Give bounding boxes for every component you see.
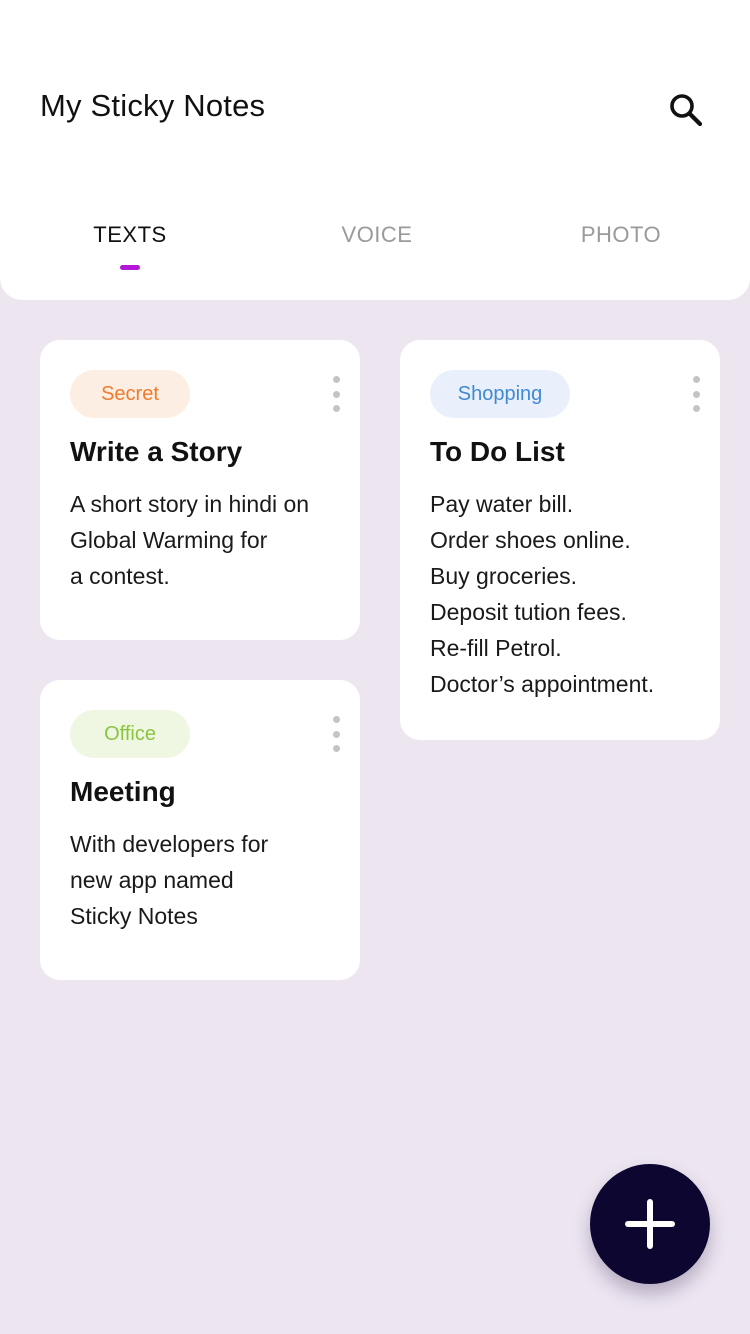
more-vertical-icon <box>332 376 340 383</box>
note-card-secret[interactable]: Secret Write a Story A short story in hi… <box>40 340 360 640</box>
page-title: My Sticky Notes <box>40 88 266 123</box>
tab-photo[interactable]: PHOTO <box>531 222 711 248</box>
note-line: Sticky Notes <box>70 903 198 929</box>
more-vertical-icon <box>692 376 700 383</box>
note-line: Re-fill Petrol. <box>430 635 562 661</box>
add-note-button[interactable] <box>590 1164 710 1284</box>
plus-icon <box>625 1199 675 1249</box>
more-vertical-icon-dot <box>332 405 340 412</box>
header: My Sticky Notes TEXTS VOICE PHOTO <box>0 0 750 300</box>
more-options-button[interactable] <box>686 376 706 412</box>
note-body: With developers for new app named Sticky… <box>70 826 345 934</box>
note-body: A short story in hindi on Global Warming… <box>70 486 345 594</box>
search-button[interactable] <box>662 86 710 134</box>
more-vertical-icon-dot <box>332 745 340 752</box>
more-options-button[interactable] <box>326 716 346 752</box>
tag-badge-shopping[interactable]: Shopping <box>430 370 570 418</box>
more-vertical-icon-dot <box>332 730 340 738</box>
more-vertical-icon <box>332 716 340 723</box>
note-line: Buy groceries. <box>430 563 578 589</box>
more-vertical-icon-dot <box>332 390 340 398</box>
note-body: Pay water bill. Order shoes online. Buy … <box>430 486 705 702</box>
note-line: Pay water bill. <box>430 491 574 517</box>
search-icon <box>670 94 703 127</box>
note-card-shopping[interactable]: Shopping To Do List Pay water bill. Orde… <box>400 340 720 740</box>
note-card-office[interactable]: Office Meeting With developers for new a… <box>40 680 360 980</box>
note-line: new app named <box>70 867 234 893</box>
tag-badge-office[interactable]: Office <box>70 710 190 758</box>
note-title: Meeting <box>70 776 176 807</box>
note-line: With developers for <box>70 831 269 857</box>
note-line: A short story in hindi on <box>70 491 310 517</box>
note-title: To Do List <box>430 436 565 467</box>
note-line: a contest. <box>70 563 170 589</box>
more-vertical-icon-dot <box>692 390 700 398</box>
note-line: Doctor’s appointment. <box>430 671 655 697</box>
more-options-button[interactable] <box>326 376 346 412</box>
tab-texts[interactable]: TEXTS <box>40 222 220 248</box>
note-line: Order shoes online. <box>430 527 631 553</box>
note-line: Deposit tution fees. <box>430 599 627 625</box>
tag-badge-secret[interactable]: Secret <box>70 370 190 418</box>
more-vertical-icon-dot <box>692 405 700 412</box>
active-tab-indicator <box>120 265 140 270</box>
app-screen: My Sticky Notes TEXTS VOICE PHOTO Secret… <box>0 0 750 1334</box>
tab-voice[interactable]: VOICE <box>287 222 467 248</box>
note-line: Global Warming for <box>70 527 268 553</box>
note-title: Write a Story <box>70 436 243 467</box>
